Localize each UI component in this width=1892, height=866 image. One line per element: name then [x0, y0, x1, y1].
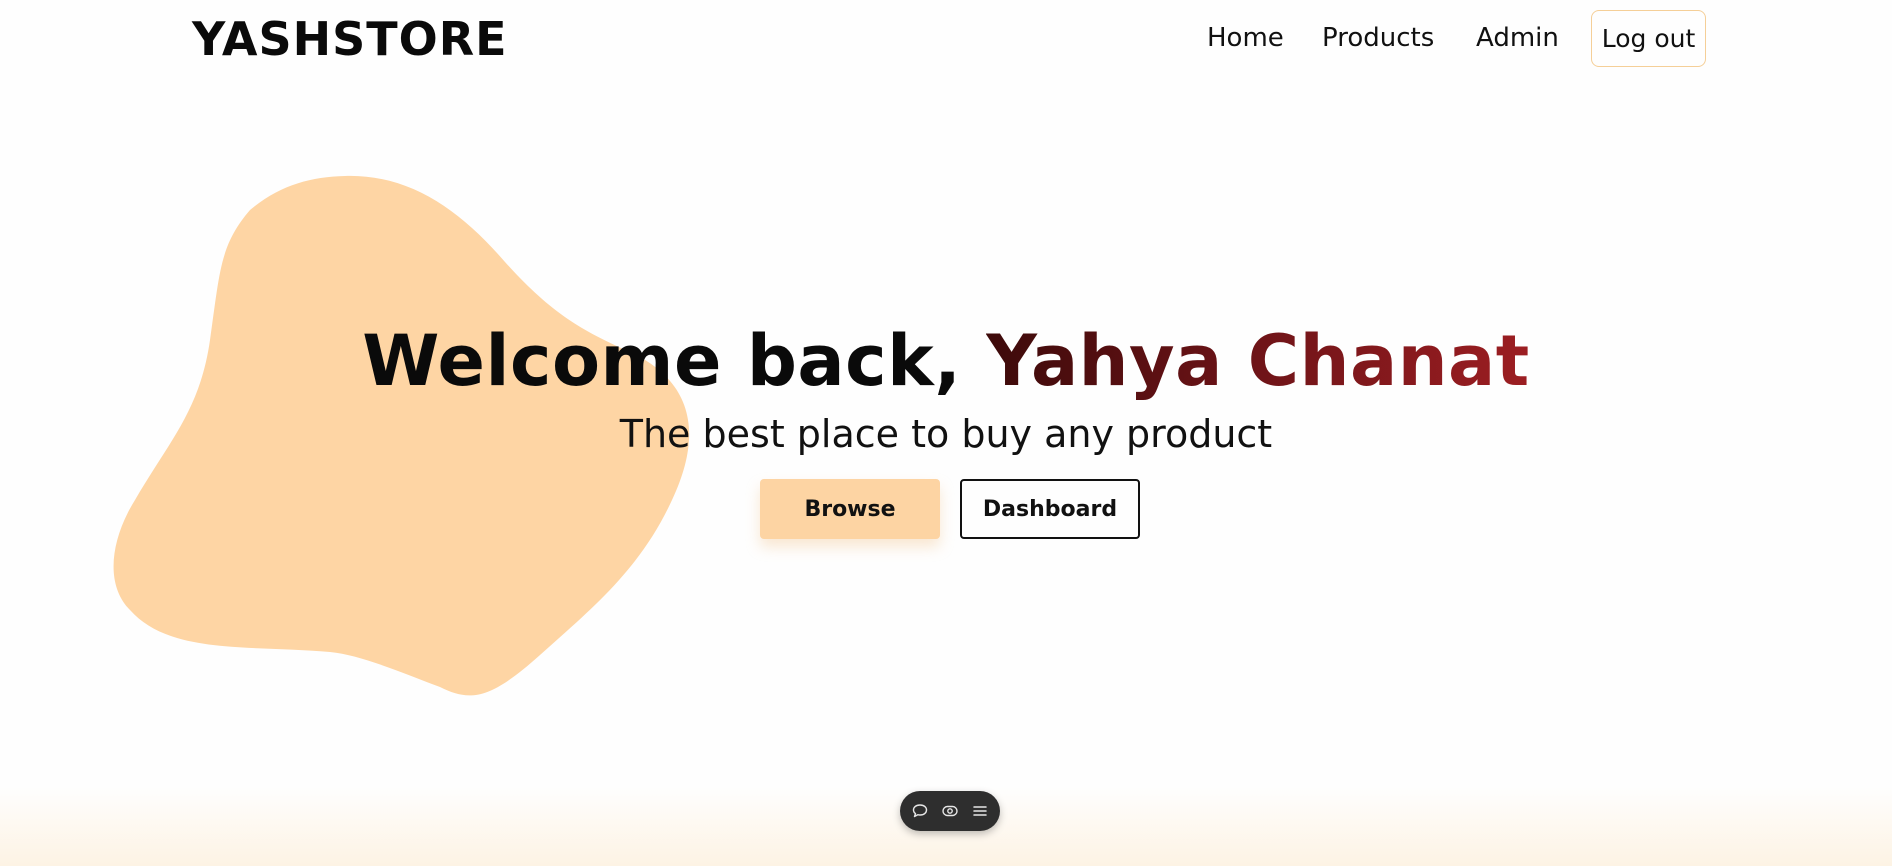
welcome-headline: Welcome back, Yahya Chanat	[0, 320, 1892, 402]
brand-logo-text[interactable]: YASHSTORE	[192, 12, 508, 66]
nav-link-home[interactable]: Home	[1207, 23, 1284, 53]
floating-toolbar	[900, 791, 1000, 831]
browse-button[interactable]: Browse	[760, 479, 940, 539]
chat-bubble-icon[interactable]	[909, 800, 931, 822]
nav-link-products[interactable]: Products	[1322, 23, 1434, 53]
eye-icon[interactable]	[939, 800, 961, 822]
menu-icon[interactable]	[969, 800, 991, 822]
hero-tagline: The best place to buy any product	[619, 412, 1273, 456]
user-name: Yahya Chanat	[986, 320, 1530, 402]
welcome-greeting: Welcome back,	[362, 320, 987, 402]
dashboard-button[interactable]: Dashboard	[960, 479, 1140, 539]
nav-link-admin[interactable]: Admin	[1476, 23, 1559, 53]
logout-button[interactable]: Log out	[1591, 10, 1706, 67]
top-navbar: YASHSTORE Home Products Admin Log out	[0, 0, 1892, 80]
